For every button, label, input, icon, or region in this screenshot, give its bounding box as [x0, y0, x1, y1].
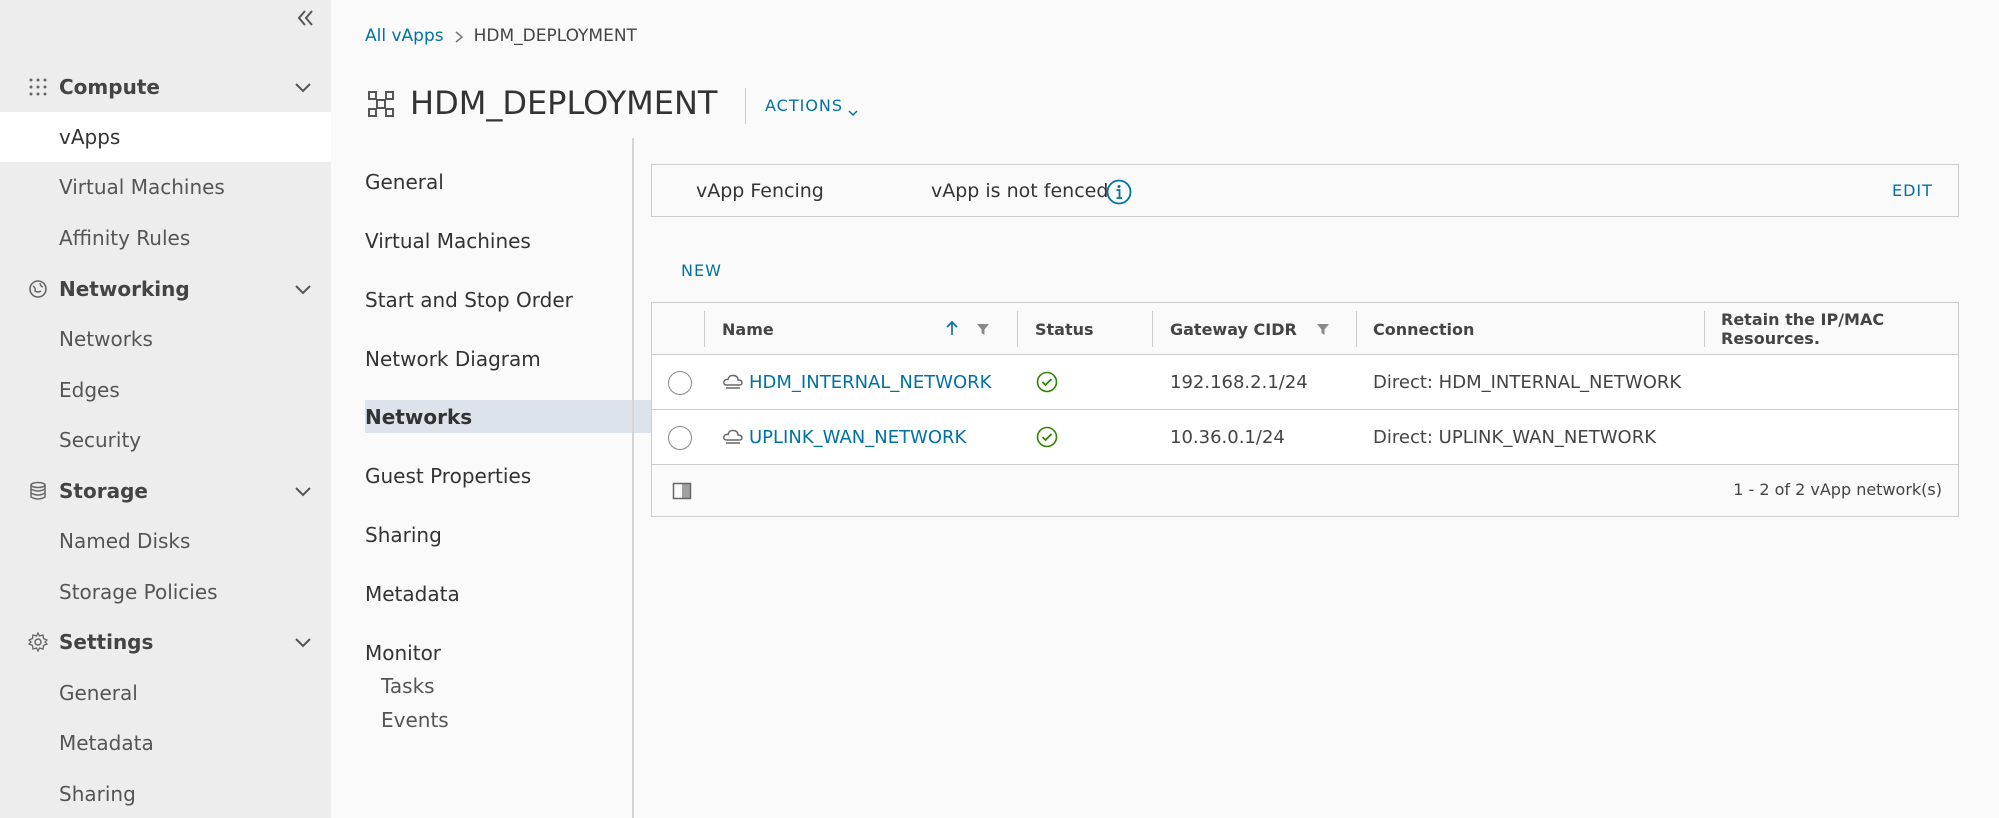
info-icon[interactable] [1106, 179, 1132, 205]
column-separator [1356, 311, 1357, 347]
subnav-sharing[interactable]: Sharing [365, 518, 663, 551]
chevron-down-icon [294, 633, 314, 653]
row-select-radio[interactable] [668, 371, 692, 395]
sidebar-group-label: Storage [59, 479, 148, 503]
column-header-status[interactable]: Status [1035, 303, 1094, 355]
networks-grid: Name Status Gateway CIDR Connection Reta… [651, 302, 1959, 517]
vapp-fencing-panel: vApp Fencing vApp is not fenced EDIT [651, 164, 1959, 217]
new-network-button[interactable]: NEW [681, 261, 722, 280]
fencing-label: vApp Fencing [696, 180, 824, 202]
gear-icon [27, 631, 49, 653]
row-select-radio[interactable] [668, 426, 692, 450]
status-ok-icon [1036, 426, 1058, 448]
breadcrumb-root-link[interactable]: All vApps [365, 26, 444, 46]
cloud-network-icon [722, 373, 744, 391]
connection-value: Direct: HDM_INTERNAL_NETWORK [1373, 372, 1682, 393]
gateway-cidr-value: 10.36.0.1/24 [1170, 427, 1285, 448]
sidebar-item-storage-policies[interactable]: Storage Policies [0, 567, 331, 617]
sidebar: Compute vApps Virtual Machines Affinity … [0, 0, 331, 818]
sidebar-item-edges[interactable]: Edges [0, 365, 331, 415]
column-header-retain-ip-mac[interactable]: Retain the IP/MAC Resources. [1721, 303, 1958, 355]
subnav-networks[interactable]: Networks [365, 400, 663, 433]
actions-label: ACTIONS [765, 96, 844, 115]
grid-header: Name Status Gateway CIDR Connection Reta… [652, 303, 1958, 355]
pagination-count: 1 - 2 of 2 vApp network(s) [1733, 480, 1942, 499]
subnav-monitor: Monitor [365, 640, 442, 665]
column-separator [704, 311, 705, 347]
sidebar-group-storage[interactable]: Storage [0, 466, 331, 516]
network-name-link[interactable]: HDM_INTERNAL_NETWORK [749, 355, 992, 410]
sidebar-item-networks[interactable]: Networks [0, 314, 331, 364]
cloud-network-icon [722, 428, 744, 446]
sidebar-item-named-disks[interactable]: Named Disks [0, 516, 331, 566]
column-separator [1152, 311, 1153, 347]
collapse-sidebar-icon[interactable] [294, 6, 318, 30]
sidebar-group-label: Networking [59, 277, 190, 301]
network-name-link[interactable]: UPLINK_WAN_NETWORK [749, 410, 966, 465]
chevron-down-icon [294, 482, 314, 502]
subnav-metadata[interactable]: Metadata [365, 577, 663, 610]
sidebar-group-settings[interactable]: Settings [0, 617, 331, 667]
page-title: HDM_DEPLOYMENT [410, 84, 718, 122]
storage-icon [28, 481, 48, 501]
grid-footer: 1 - 2 of 2 vApp network(s) [652, 465, 1958, 516]
fencing-value: vApp is not fenced [931, 180, 1109, 202]
edit-fencing-button[interactable]: EDIT [1892, 181, 1933, 200]
sidebar-item-general[interactable]: General [0, 668, 331, 718]
sidebar-group-label: Settings [59, 630, 154, 654]
grid-icon [28, 77, 48, 97]
main-content: All vApps HDM_DEPLOYMENT HDM_DEPLOYMENT … [331, 0, 1999, 818]
sidebar-item-sharing[interactable]: Sharing [0, 769, 331, 818]
sidebar-group-networking[interactable]: Networking [0, 264, 331, 314]
chevron-down-icon [294, 78, 314, 98]
breadcrumb: All vApps HDM_DEPLOYMENT [365, 26, 637, 46]
sidebar-item-affinity-rules[interactable]: Affinity Rules [0, 213, 331, 263]
column-header-gateway-cidr[interactable]: Gateway CIDR [1170, 303, 1297, 355]
subnav-general[interactable]: General [365, 165, 663, 198]
chevron-down-icon [848, 102, 858, 116]
breadcrumb-current: HDM_DEPLOYMENT [473, 26, 637, 46]
subnav-virtual-machines[interactable]: Virtual Machines [365, 224, 663, 257]
vapp-icon [367, 90, 395, 118]
sidebar-item-metadata[interactable]: Metadata [0, 718, 331, 768]
column-separator [1704, 311, 1705, 347]
filter-icon[interactable] [1316, 321, 1330, 335]
subnav-start-stop-order[interactable]: Start and Stop Order [365, 283, 663, 316]
vertical-divider [632, 138, 634, 818]
chevron-right-icon [454, 29, 464, 43]
table-row[interactable]: UPLINK_WAN_NETWORK 10.36.0.1/24 Direct: … [652, 410, 1958, 465]
connection-value: Direct: UPLINK_WAN_NETWORK [1373, 427, 1657, 448]
column-toggle-icon[interactable] [672, 482, 692, 500]
status-ok-icon [1036, 371, 1058, 393]
actions-button[interactable]: ACTIONS [765, 96, 858, 116]
subnav-network-diagram[interactable]: Network Diagram [365, 342, 663, 375]
chevron-down-icon [294, 280, 314, 300]
column-header-name[interactable]: Name [722, 303, 774, 355]
sidebar-item-security[interactable]: Security [0, 415, 331, 465]
title-divider [745, 88, 746, 124]
sidebar-item-virtual-machines[interactable]: Virtual Machines [0, 162, 331, 212]
sidebar-group-compute[interactable]: Compute [0, 62, 331, 112]
sidebar-item-vapps[interactable]: vApps [0, 112, 331, 162]
gateway-cidr-value: 192.168.2.1/24 [1170, 372, 1308, 393]
subnav-guest-properties[interactable]: Guest Properties [365, 459, 663, 492]
network-icon [28, 279, 48, 299]
filter-icon[interactable] [976, 321, 990, 335]
column-separator [1017, 311, 1018, 347]
subnav-tasks[interactable]: Tasks [381, 674, 435, 698]
sidebar-group-label: Compute [59, 75, 160, 99]
subnav-events[interactable]: Events [381, 708, 449, 732]
sort-ascending-icon[interactable] [944, 319, 960, 337]
table-row[interactable]: HDM_INTERNAL_NETWORK 192.168.2.1/24 Dire… [652, 355, 1958, 410]
column-header-connection[interactable]: Connection [1373, 303, 1474, 355]
